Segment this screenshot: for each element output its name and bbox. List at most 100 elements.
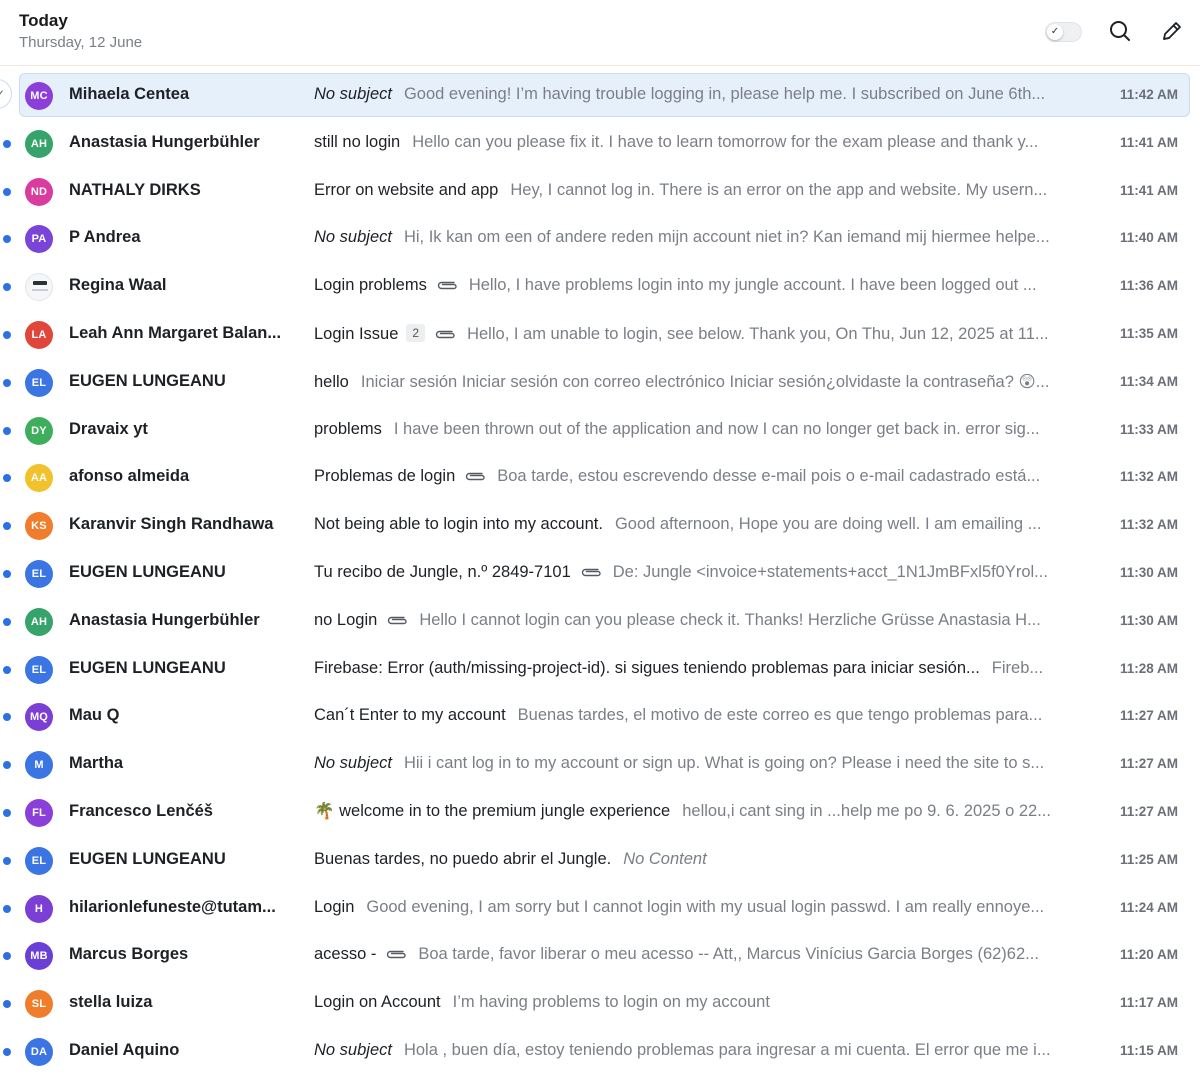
message-line: hello Iniciar sesión Iniciar sesión con c… [314, 372, 1080, 392]
avatar: AH [25, 607, 53, 636]
email-row[interactable]: FL Francesco Lenčéš 🌴 welcome in to the pr… [0, 789, 1200, 837]
message-line: Login Issue 2 Hello, I am unable to login,… [314, 323, 1080, 344]
email-subject: Login on Account [314, 993, 441, 1012]
email-preview: Hii i cant log in to my account or sign … [403, 754, 1045, 773]
avatar: PA [25, 225, 53, 254]
unread-dot [3, 1000, 11, 1009]
paperclip-icon [384, 946, 407, 959]
email-row[interactable]: EL EUGEN LUNGEANU Tu recibo de Jungle, n.º… [0, 550, 1200, 598]
email-row[interactable]: EL EUGEN LUNGEANU Firebase: Error (auth/mi… [0, 646, 1200, 694]
email-subject: Can´t Enter to my account [314, 706, 506, 725]
avatar: ND [25, 177, 53, 206]
unread-dot [3, 665, 11, 674]
email-subject: Firebase: Error (auth/missing-project-id… [314, 658, 980, 677]
email-time: 11:17 AM [1119, 995, 1178, 1011]
avatar: DY [25, 416, 53, 445]
avatar: MC [25, 82, 53, 110]
sender-name: Daniel Aquino [69, 1040, 180, 1059]
email-row[interactable]: AA afonso almeida Problemas de login Boa ta… [0, 454, 1200, 502]
email-preview: Good afternoon, Hope you are doing well.… [614, 515, 1042, 534]
message-line: Login on Account I’m having problems to l… [314, 993, 1080, 1012]
email-preview: Hello can you please fix it. I have to l… [412, 132, 1039, 151]
email-row[interactable]: EL EUGEN LUNGEANU hello Iniciar sesión Inic… [0, 359, 1200, 407]
message-line: Problemas de login Boa tarde, estou escre… [314, 467, 1080, 486]
check-icon[interactable]: ✓ [0, 79, 12, 109]
sender-name: Karanvir Singh Randhawa [69, 515, 274, 534]
sender-name: stella luiza [69, 993, 153, 1012]
email-row[interactable]: PA P Andrea No subject Hi, Ik kan om een of… [0, 215, 1200, 263]
avatar: EL [25, 655, 53, 684]
unread-dot [3, 330, 11, 339]
email-time: 11:40 AM [1119, 230, 1178, 246]
unread-dot [3, 713, 11, 722]
email-row[interactable]: EL EUGEN LUNGEANU Buenas tardes, no puedo … [0, 837, 1200, 885]
sender-name: Dravaix yt [69, 419, 148, 438]
unread-dot [3, 952, 11, 961]
avatar: MQ [25, 703, 53, 732]
email-time: 11:35 AM [1119, 325, 1178, 341]
avatar: LA [25, 320, 53, 349]
email-row[interactable]: DA Daniel Aquino No subject Hola , buen día… [0, 1028, 1200, 1076]
email-row[interactable]: SL stella luiza Login on Account I’m having… [0, 980, 1200, 1028]
email-row[interactable]: DY Dravaix yt problems I have been thrown o… [0, 407, 1200, 455]
compose-button[interactable] [1159, 18, 1185, 44]
avatar: AH [25, 129, 53, 158]
email-row[interactable]: ✓ MC Mihaela Centea No subject Good evening!… [0, 72, 1200, 120]
unread-dot [3, 426, 11, 435]
toggle-switch[interactable]: ✓ [1045, 22, 1082, 42]
email-preview: I’m having problems to login on my accou… [452, 993, 770, 1012]
avatar: SL [25, 990, 53, 1019]
email-time: 11:25 AM [1119, 851, 1178, 867]
email-list: ✓ MC Mihaela Centea No subject Good evening!… [0, 72, 1200, 1076]
email-row[interactable]: AH Anastasia Hungerbühler no Login Hello I … [0, 598, 1200, 646]
sender-name: EUGEN LUNGEANU [69, 371, 226, 390]
sender-name: NATHALY DIRKS [69, 180, 201, 199]
email-subject: No subject [314, 85, 392, 103]
email-preview: Hello I cannot login can you please chec… [419, 610, 1041, 629]
email-row[interactable]: Hhilarionlefuneste@tutam... Login Good eve… [0, 885, 1200, 933]
email-time: 11:27 AM [1119, 756, 1178, 772]
paperclip-icon [433, 326, 455, 339]
date-subtitle: Thursday, 12 June [19, 34, 143, 51]
email-row[interactable]: KS Karanvir Singh Randhawa Not being able … [0, 502, 1200, 550]
sender-name: Mihaela Centea [69, 85, 190, 103]
unread-dot [3, 378, 11, 387]
compose-icon [1163, 22, 1181, 40]
email-time: 11:41 AM [1119, 134, 1178, 150]
sender-name: EUGEN LUNGEANU [69, 562, 226, 581]
email-row[interactable]: ND NATHALY DIRKS Error on website and app H… [0, 168, 1200, 216]
email-subject: hello [314, 372, 349, 391]
email-preview: Hello, I am unable to login, see below. … [467, 324, 1049, 343]
email-time: 11:32 AM [1119, 517, 1178, 533]
avatar: H [25, 894, 53, 923]
sender-name: Regina Waal [69, 276, 167, 295]
message-line: Tu recibo de Jungle, n.º 2849-7101 De: Ju… [314, 563, 1080, 582]
email-row[interactable]: M Martha No subject Hii i cant log in to my… [0, 741, 1200, 789]
thread-count-badge: 2 [406, 323, 426, 342]
message-line: No subject Good evening! I’m having troub… [314, 85, 1080, 104]
avatar: FL [25, 798, 53, 827]
email-preview: hellou,i cant sing in ...help me po 9. 6… [682, 801, 1051, 820]
sender-name: afonso almeida [69, 467, 190, 486]
sender-name: P Andrea [69, 228, 141, 247]
check-icon: ✓ [1047, 24, 1063, 40]
email-row[interactable]: Regina Waal Login problems Hello, I have p… [0, 263, 1200, 311]
email-preview: Buenas tardes, el motivo de este correo … [517, 706, 1043, 725]
email-preview: Hey, I cannot log in. There is an error … [510, 180, 1048, 199]
email-row[interactable]: LA Leah Ann Margaret Balan... Login Issue 2… [0, 311, 1200, 359]
email-subject: No subject [314, 1040, 392, 1059]
message-line: Can´t Enter to my account Buenas tardes, … [314, 706, 1080, 725]
email-preview: Good evening! I’m having trouble logging… [403, 85, 1046, 103]
email-row[interactable]: MB Marcus Borges acesso - Boa tarde, favor … [0, 932, 1200, 980]
search-button[interactable] [1107, 18, 1133, 44]
sender-name: hilarionlefuneste@tutam... [69, 897, 276, 916]
email-subject: Tu recibo de Jungle, n.º 2849-7101 [314, 562, 571, 581]
message-line: Firebase: Error (auth/missing-project-id… [314, 659, 1080, 678]
email-row[interactable]: AH Anastasia Hungerbühler still no login He… [0, 120, 1200, 168]
email-preview: Boa tarde, estou escrevendo desse e-mail… [497, 467, 1041, 486]
email-row[interactable]: MQ Mau Q Can´t Enter to my account Buenas t… [0, 693, 1200, 741]
message-line: 🌴 welcome in to the premium jungle exper… [314, 802, 1080, 821]
email-time: 11:30 AM [1119, 564, 1178, 580]
email-subject: Login problems [314, 276, 427, 295]
message-line: Buenas tardes, no puedo abrir el Jungle.… [314, 850, 1080, 869]
